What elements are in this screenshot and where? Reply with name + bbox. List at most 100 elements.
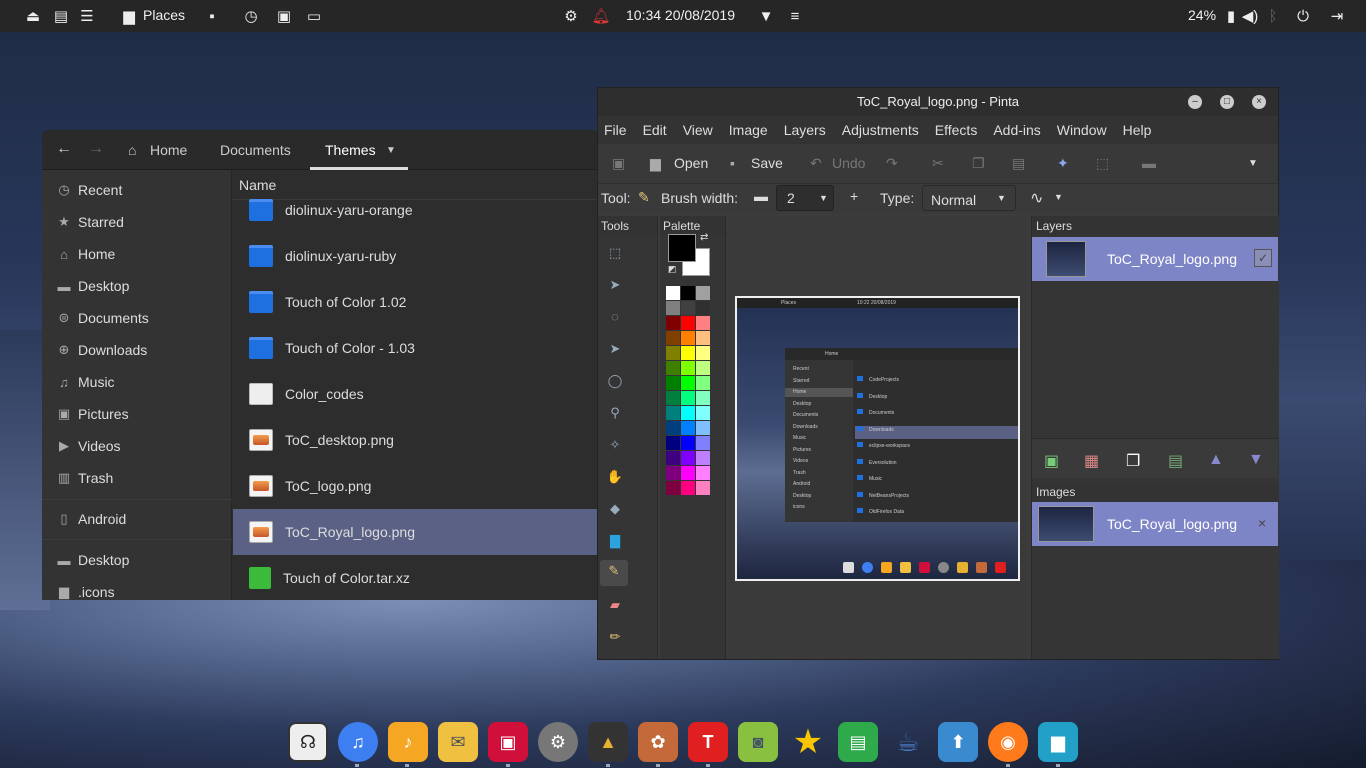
chevron-down-icon[interactable]: ▼ (386, 145, 396, 156)
magic-wand-icon[interactable]: ✧ (604, 434, 626, 456)
zoom-icon[interactable]: ⚲ (604, 402, 626, 424)
palette-swatch[interactable] (696, 451, 710, 465)
screenshot-app-icon[interactable]: ▣ (488, 722, 528, 762)
typora-icon[interactable]: T (688, 722, 728, 762)
chevron-down-icon[interactable]: ▼ (1054, 192, 1063, 202)
sidebar-item-documents[interactable]: ⊜ Documents (42, 302, 232, 334)
mail-icon[interactable]: ✉ (438, 722, 478, 762)
notification-bell-icon[interactable]: 🔔︎ (591, 7, 610, 25)
palette-swatch[interactable] (696, 481, 710, 495)
jar-app-icon[interactable]: ◙ (738, 722, 778, 762)
palette-swatch[interactable] (681, 286, 695, 300)
palette-swatch[interactable] (666, 466, 680, 480)
move-layer-up-icon[interactable]: ▲ (1208, 451, 1224, 469)
file-row[interactable]: Touch of Color.tar.xz (233, 555, 598, 600)
screen-icon[interactable]: ▭ (305, 7, 323, 25)
palette-swatch[interactable] (681, 466, 695, 480)
installer-icon[interactable]: ⬆ (938, 722, 978, 762)
palette-swatch[interactable] (681, 436, 695, 450)
layer-visibility-checkbox[interactable]: ✓ (1254, 249, 1272, 267)
move-selection-icon[interactable]: ➤ (604, 338, 626, 360)
battery-percent[interactable]: 24% (1188, 7, 1216, 23)
palette-swatch[interactable] (696, 361, 710, 375)
image-row[interactable]: ToC_Royal_logo.png × (1032, 502, 1278, 546)
clock[interactable]: 10:34 20/08/2019 (626, 7, 735, 23)
breadcrumb-themes[interactable]: Themes (325, 142, 376, 158)
palette-swatch[interactable] (696, 286, 710, 300)
sidebar-item-music[interactable]: ♫ Music (42, 366, 232, 398)
open-folder-icon[interactable]: ▆ (650, 155, 661, 172)
duplicate-layer-icon[interactable]: ❐ (1126, 451, 1140, 471)
palette-swatch[interactable] (696, 406, 710, 420)
save-icon[interactable]: ▪ (730, 155, 735, 171)
files-app-icon[interactable]: ▆ (1038, 722, 1078, 762)
antialias-icon[interactable]: ∿ (1030, 188, 1043, 208)
reset-colors-icon[interactable]: ◩ (668, 264, 677, 275)
music-player-icon[interactable]: ♫ (338, 722, 378, 762)
breadcrumb-home[interactable]: Home (150, 142, 187, 158)
paste-icon[interactable]: ▤ (1012, 155, 1025, 172)
decrease-width-icon[interactable]: ▬ (754, 188, 768, 204)
increase-width-icon[interactable]: + (850, 188, 858, 204)
brush-width-combo[interactable]: 2 ▼ (776, 185, 834, 211)
close-icon[interactable]: × (1252, 95, 1266, 109)
sidebar-item-icons[interactable]: ▆ .icons (42, 576, 232, 600)
file-row[interactable]: diolinux-yaru-ruby (233, 233, 598, 279)
sidebar-item-recent[interactable]: ◷ Recent (42, 174, 232, 206)
logout-icon[interactable]: ⇥ (1328, 7, 1346, 25)
move-layer-down-icon[interactable]: ▼ (1248, 451, 1264, 469)
palette-swatch[interactable] (666, 391, 680, 405)
battery-icon[interactable]: ▮ (1222, 7, 1240, 25)
clock-app-icon[interactable]: ◷ (242, 7, 260, 25)
gradient-icon[interactable]: ▇ (604, 530, 626, 552)
palette-swatch[interactable] (696, 301, 710, 315)
pinta-app-icon[interactable]: ✿ (638, 722, 678, 762)
file-row[interactable]: Touch of Color - 1.03 (233, 325, 598, 371)
back-arrow-icon[interactable]: ← (56, 140, 72, 158)
image-viewer-icon[interactable]: ▣ (275, 7, 293, 25)
software-app-icon[interactable]: ▲ (588, 722, 628, 762)
file-row[interactable]: Color_codes (233, 371, 598, 417)
palette-swatch[interactable] (681, 301, 695, 315)
menu-view[interactable]: View (683, 122, 713, 138)
file-row-selected[interactable]: ToC_Royal_logo.png (233, 509, 598, 555)
menu-adjustments[interactable]: Adjustments (842, 122, 919, 138)
crop-selection-icon[interactable]: ✦ (1057, 155, 1069, 172)
palette-swatch[interactable] (681, 316, 695, 330)
open-button[interactable]: Open (674, 155, 708, 171)
file-row[interactable]: diolinux-yaru-orange (233, 187, 598, 233)
palette-swatch[interactable] (666, 346, 680, 360)
palette-swatch[interactable] (666, 361, 680, 375)
merge-layer-icon[interactable]: ▤ (1168, 451, 1183, 471)
primary-color[interactable] (668, 234, 696, 262)
palette-swatch[interactable] (666, 481, 680, 495)
maximize-icon[interactable]: □ (1220, 95, 1234, 109)
undo-icon[interactable]: ↶ (810, 155, 822, 172)
pan-hand-icon[interactable]: ✋ (604, 466, 626, 488)
move-selected-icon[interactable]: ➤ (604, 274, 626, 296)
settings-icon[interactable]: ⚙ (562, 7, 580, 25)
file-row[interactable]: ToC_desktop.png (233, 417, 598, 463)
palette-swatch[interactable] (666, 301, 680, 315)
redo-icon[interactable]: ↷ (886, 155, 898, 172)
inbox-icon[interactable]: ▤ (52, 7, 70, 25)
ellipse-select-icon[interactable]: ◯ (604, 370, 626, 392)
palette-swatch[interactable] (696, 346, 710, 360)
bluetooth-icon[interactable]: ᛒ (1264, 7, 1282, 25)
paintbrush-icon[interactable]: ✎ (600, 560, 628, 586)
palette-swatch[interactable] (681, 361, 695, 375)
palette-swatch[interactable] (696, 421, 710, 435)
settings-gear-icon[interactable]: ⚙ (538, 722, 578, 762)
palette-swatch[interactable] (666, 406, 680, 420)
menu-icon[interactable]: ≡ (786, 7, 804, 25)
sidebar-item-android[interactable]: ▯ Android (42, 503, 232, 535)
layer-row[interactable]: ToC_Royal_logo.png ✓ (1032, 237, 1278, 281)
menu-edit[interactable]: Edit (643, 122, 667, 138)
pencil-icon[interactable]: ✏ (604, 626, 626, 648)
palette-swatch[interactable] (681, 391, 695, 405)
desktop-icon[interactable]: ▪ (203, 7, 221, 25)
overflow-dropdown-icon[interactable]: ▼ (1248, 158, 1258, 169)
palette-swatch[interactable] (681, 376, 695, 390)
menu-image[interactable]: Image (729, 122, 768, 138)
places-menu[interactable]: Places (143, 7, 185, 23)
